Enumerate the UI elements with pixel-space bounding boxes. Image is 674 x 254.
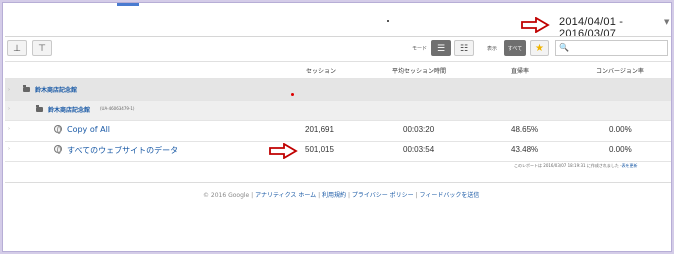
- search-input[interactable]: 🔍: [555, 40, 668, 56]
- expand-button[interactable]: ⊤: [32, 40, 52, 56]
- chevron-right-icon[interactable]: ›: [8, 146, 10, 152]
- mode-label: モード: [412, 46, 428, 52]
- analytics-panel: 2014/04/01 - 2016/03/07 ▼ ⊥ ⊤ モード ☰ ☷ 表示…: [2, 2, 672, 252]
- column-header-avg-session[interactable]: 平均セッション時間: [392, 66, 446, 75]
- analytics-home-link[interactable]: アナリティクス ホーム: [255, 192, 316, 199]
- property-name[interactable]: 鈴木商店記念館: [48, 105, 90, 114]
- property-id: (UA-46063479-1): [100, 106, 135, 111]
- show-all-button[interactable]: すべて: [504, 40, 526, 56]
- avg-time-value: 00:03:20: [403, 125, 435, 134]
- feedback-link[interactable]: フィードバックを送信: [420, 192, 480, 199]
- sessions-value: 201,691: [305, 125, 334, 134]
- footer: © 2016 Google | アナリティクス ホーム | 利用規約 | プライ…: [203, 190, 479, 199]
- bounce-value: 48.65%: [511, 125, 539, 134]
- account-row[interactable]: [5, 78, 671, 100]
- refresh-table-link[interactable]: 表を更新: [622, 163, 638, 168]
- decorative-dot: [387, 20, 389, 22]
- tab-indicator: [117, 3, 139, 6]
- copyright: © 2016 Google: [203, 192, 250, 199]
- view-link[interactable]: すべてのウェブサイトのデータ: [67, 145, 178, 156]
- folder-icon: [36, 105, 43, 112]
- globe-icon: [54, 125, 62, 134]
- column-header-sessions[interactable]: セッション: [306, 66, 336, 75]
- conversion-value: 0.00%: [609, 145, 632, 154]
- collapse-button[interactable]: ⊥: [7, 40, 27, 56]
- search-icon: 🔍: [559, 43, 569, 52]
- chevron-right-icon[interactable]: ›: [8, 87, 10, 93]
- chevron-down-icon[interactable]: ▼: [664, 18, 669, 26]
- view-label: 表示: [487, 46, 498, 52]
- divider: [5, 182, 671, 183]
- bounce-value: 43.48%: [511, 145, 539, 154]
- annotation-arrow-row: [269, 143, 298, 159]
- timestamp-text: このレポートは 2016/03/07 18:19:31 に作成されました -: [514, 163, 622, 168]
- column-header-conversion[interactable]: コンバージョン率: [596, 66, 644, 75]
- annotation-arrow-date: [521, 17, 550, 33]
- folder-icon: [23, 85, 30, 92]
- privacy-link[interactable]: プライバシー ポリシー: [352, 192, 414, 199]
- chevron-right-icon[interactable]: ›: [8, 126, 10, 132]
- globe-icon: [54, 145, 62, 154]
- annotation-dot: [291, 93, 294, 96]
- divider: [5, 36, 671, 37]
- list-view-button[interactable]: ☰: [431, 40, 451, 56]
- sessions-value: 501,015: [305, 145, 334, 154]
- grid-view-button[interactable]: ☷: [454, 40, 474, 56]
- view-link[interactable]: Copy of All: [67, 125, 110, 134]
- divider: [5, 61, 671, 62]
- account-name[interactable]: 鈴木商店記念館: [35, 85, 77, 94]
- chevron-right-icon[interactable]: ›: [8, 106, 10, 112]
- star-icon[interactable]: ★: [530, 40, 549, 56]
- column-header-bounce-rate[interactable]: 直帰率: [511, 66, 529, 75]
- report-timestamp: このレポートは 2016/03/07 18:19:31 に作成されました -表を…: [514, 163, 638, 169]
- avg-time-value: 00:03:54: [403, 145, 435, 154]
- conversion-value: 0.00%: [609, 125, 632, 134]
- terms-link[interactable]: 利用規約: [322, 192, 346, 199]
